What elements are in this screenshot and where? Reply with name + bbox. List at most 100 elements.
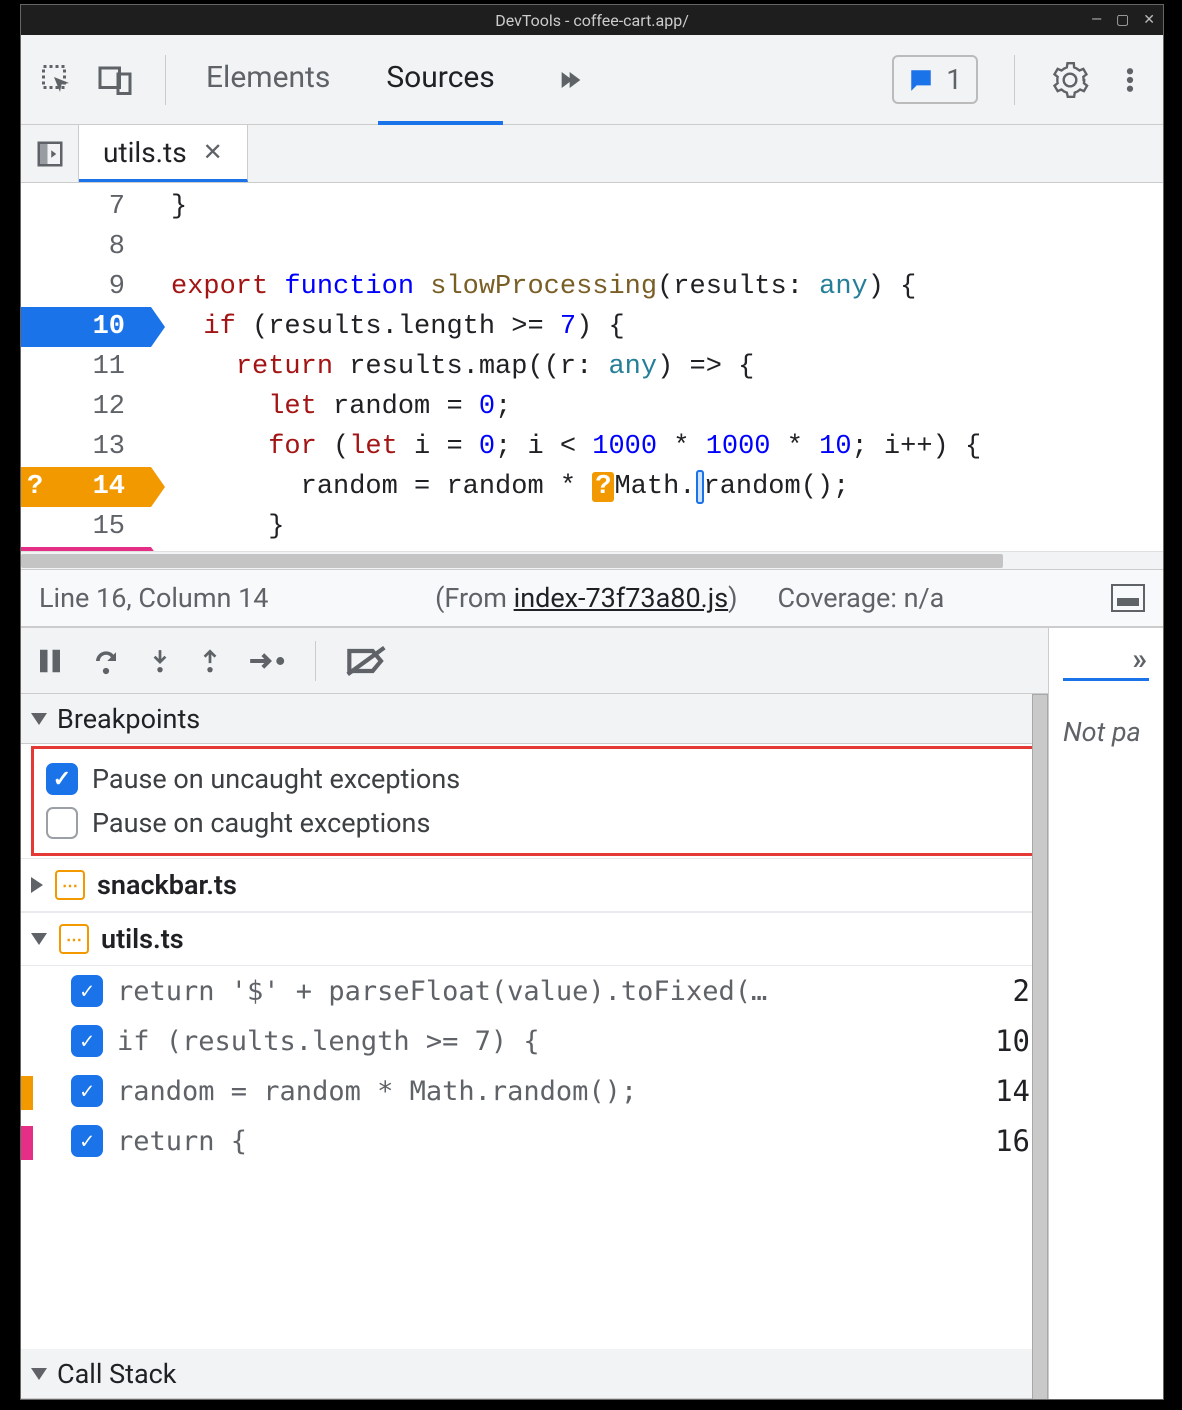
vertical-scrollbar[interactable]	[1032, 694, 1048, 1399]
source-map-link[interactable]: index-73f73a80.js	[514, 582, 729, 614]
code-editor[interactable]: 78910111213141516 } export function slow…	[21, 183, 1163, 551]
checkbox[interactable]	[71, 1125, 103, 1157]
file-icon: ⋯	[59, 924, 89, 954]
chevron-right-icon	[31, 877, 43, 893]
code-line[interactable]: }	[171, 187, 1163, 227]
status-bar: Line 16, Column 14 (From index-73f73a80.…	[21, 569, 1163, 627]
line-number[interactable]: 9	[21, 267, 151, 307]
checkbox[interactable]	[46, 763, 78, 795]
debugger-sidebar: Breakpoints Pause on uncaught exceptions…	[21, 628, 1049, 1399]
file-name: snackbar.ts	[97, 869, 237, 901]
breakpoint-entry[interactable]: random = random * Math.random();14	[21, 1066, 1048, 1116]
breakpoints-title: Breakpoints	[57, 703, 200, 735]
cursor-position: Line 16, Column 14	[39, 582, 268, 614]
breakpoint-line-number: 10	[995, 1024, 1030, 1058]
close-icon[interactable]: ✕	[203, 138, 223, 166]
breakpoint-entry[interactable]: return '$' + parseFloat(value).toFixed(……	[21, 966, 1048, 1016]
checkbox[interactable]	[71, 1025, 103, 1057]
line-number[interactable]: 12	[21, 387, 151, 427]
pause-uncaught-label: Pause on uncaught exceptions	[92, 763, 460, 795]
chevron-down-icon	[31, 713, 47, 725]
tab-elements[interactable]: Elements	[198, 34, 338, 125]
breakpoint-code-preview: random = random * Math.random();	[117, 1076, 981, 1107]
pause-caught-row[interactable]: Pause on caught exceptions	[34, 801, 1039, 845]
inspect-icon[interactable]	[39, 62, 75, 98]
window-title: DevTools - coffee-cart.app/	[495, 11, 689, 30]
pause-caught-label: Pause on caught exceptions	[92, 807, 430, 839]
line-number[interactable]: 14	[21, 467, 151, 507]
breakpoint-code-preview: return {	[117, 1126, 981, 1157]
toggle-navigator-icon[interactable]	[21, 125, 79, 182]
step-out-icon[interactable]	[197, 644, 223, 678]
scrollbar-thumb[interactable]	[1032, 694, 1048, 1399]
line-number[interactable]: 8	[21, 227, 151, 267]
line-number[interactable]: 10	[21, 307, 151, 347]
breakpoint-line-number: 16	[995, 1124, 1030, 1158]
file-tab-utils[interactable]: utils.ts ✕	[79, 124, 248, 182]
window-controls: — ▢ ✕	[1091, 12, 1155, 28]
breakpoint-line-number: 2	[1013, 974, 1030, 1008]
pause-uncaught-row[interactable]: Pause on uncaught exceptions	[34, 757, 1039, 801]
line-number[interactable]: 15	[21, 507, 151, 547]
step-icon[interactable]	[247, 648, 285, 674]
breakpoint-code-preview: if (results.length >= 7) {	[117, 1026, 981, 1057]
separator	[315, 641, 316, 681]
line-number[interactable]: 13	[21, 427, 151, 467]
file-tab-label: utils.ts	[103, 136, 187, 169]
callstack-header[interactable]: Call Stack	[21, 1349, 1048, 1399]
step-into-icon[interactable]	[147, 644, 173, 678]
scrollbar-thumb[interactable]	[21, 554, 1003, 568]
line-gutter[interactable]: 78910111213141516	[21, 183, 151, 551]
coverage-label: Coverage: n/a	[778, 582, 945, 614]
titlebar: DevTools - coffee-cart.app/ — ▢ ✕	[21, 5, 1163, 35]
kebab-menu-icon[interactable]	[1115, 62, 1145, 98]
close-button[interactable]: ✕	[1143, 12, 1155, 28]
code-line[interactable]: random = random * ?Math.​random();	[171, 467, 1163, 507]
line-number[interactable]: 7	[21, 187, 151, 227]
file-icon: ⋯	[55, 870, 85, 900]
checkbox[interactable]	[71, 1075, 103, 1107]
step-over-icon[interactable]	[89, 646, 123, 676]
breakpoints-header[interactable]: Breakpoints	[21, 694, 1048, 744]
maximize-button[interactable]: ▢	[1116, 12, 1129, 28]
line-number[interactable]: 11	[21, 347, 151, 387]
code-line[interactable]: }	[171, 507, 1163, 547]
collapse-bottom-icon[interactable]	[1111, 584, 1145, 612]
breakpoint-type-marker	[21, 1076, 33, 1110]
code-line[interactable]: return results.map((r: any) => {	[171, 347, 1163, 387]
checkbox[interactable]	[71, 975, 103, 1007]
breakpoint-entry[interactable]: if (results.length >= 7) { 10	[21, 1016, 1048, 1066]
issues-badge[interactable]: 1	[892, 55, 978, 104]
breakpoints-list: Pause on uncaught exceptions Pause on ca…	[21, 744, 1048, 1166]
deactivate-breakpoints-icon[interactable]	[346, 646, 386, 676]
tab-sources[interactable]: Sources	[378, 34, 502, 125]
pause-icon[interactable]	[35, 644, 65, 678]
checkbox[interactable]	[46, 807, 78, 839]
breakpoint-file-group[interactable]: ⋯ utils.ts	[21, 912, 1048, 966]
breakpoint-file-group[interactable]: ⋯ snackbar.ts	[21, 858, 1048, 912]
more-tabs-icon[interactable]	[543, 34, 591, 125]
toolbar-divider	[165, 55, 166, 105]
file-tab-bar: utils.ts ✕	[21, 125, 1163, 183]
code-line[interactable]: for (let i = 0; i < 1000 * 1000 * 10; i+…	[171, 427, 1163, 467]
minimize-button[interactable]: —	[1091, 12, 1102, 28]
tab-underline	[1063, 678, 1149, 681]
chevron-down-icon	[31, 1368, 47, 1380]
device-toggle-icon[interactable]	[97, 62, 133, 98]
file-name: utils.ts	[101, 923, 184, 955]
callstack-title: Call Stack	[57, 1358, 176, 1390]
debugger-area: Breakpoints Pause on uncaught exceptions…	[21, 627, 1163, 1399]
settings-icon[interactable]	[1051, 61, 1089, 99]
code-line[interactable]	[171, 227, 1163, 267]
debug-right-panel: » Not pa	[1049, 628, 1163, 1399]
more-tabs-icon[interactable]: »	[1132, 642, 1147, 677]
code-line[interactable]: if (results.length >= 7) {	[171, 307, 1163, 347]
breakpoint-type-marker	[21, 1126, 33, 1160]
code-line[interactable]: let random = 0;	[171, 387, 1163, 427]
highlighted-region: Pause on uncaught exceptions Pause on ca…	[31, 746, 1042, 856]
breakpoint-entry[interactable]: return { 16	[21, 1116, 1048, 1166]
horizontal-scrollbar[interactable]	[21, 551, 1163, 569]
code-content[interactable]: } export function slowProcessing(results…	[151, 183, 1163, 551]
toolbar-divider	[1014, 55, 1015, 105]
code-line[interactable]: export function slowProcessing(results: …	[171, 267, 1163, 307]
